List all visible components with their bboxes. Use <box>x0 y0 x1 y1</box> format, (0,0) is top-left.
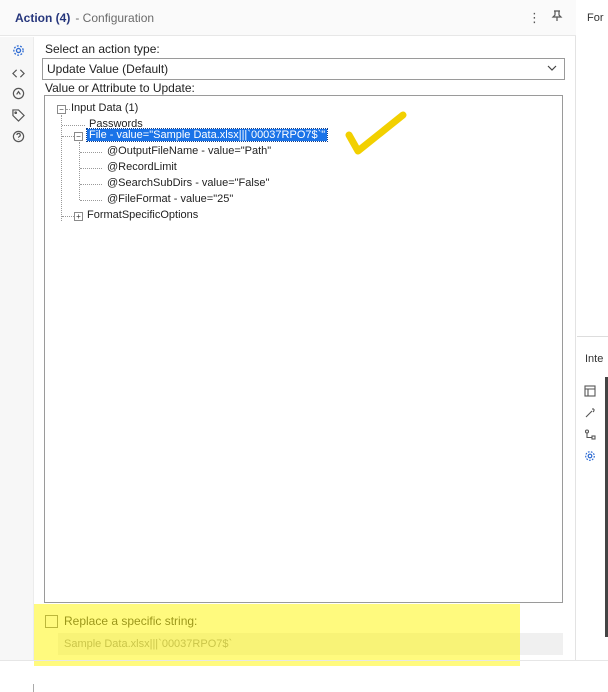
replace-string-checkbox[interactable] <box>45 615 58 628</box>
magic-wand-icon[interactable] <box>583 406 597 420</box>
collapse-input-data-toggle[interactable]: − <box>57 105 66 114</box>
chevron-down-icon <box>546 62 558 77</box>
footer-tick <box>33 684 34 692</box>
configuration-panel: Action (4) - Configuration ⋮ Select an a… <box>0 0 576 660</box>
right-side-panel: For Inte <box>577 0 608 660</box>
settings-gear-icon-secondary[interactable] <box>583 449 597 463</box>
collapse-file-toggle[interactable]: − <box>74 132 83 141</box>
panel-subtitle: - Configuration <box>75 10 155 25</box>
table-icon[interactable] <box>583 384 597 398</box>
settings-gear-icon[interactable] <box>10 42 26 58</box>
checkmark-annotation-icon <box>345 111 407 155</box>
replace-string-section: Replace a specific string: Sample Data.x… <box>40 607 570 663</box>
pin-icon[interactable] <box>551 10 563 25</box>
tree-node-file-selected[interactable]: File - value="Sample Data.xlsx|||`00037R… <box>85 128 329 142</box>
right-panel-lower-title: Inte <box>585 353 604 365</box>
help-icon[interactable] <box>10 128 26 144</box>
value-to-update-label: Value or Attribute to Update: <box>45 81 195 95</box>
action-type-label: Select an action type: <box>45 42 160 56</box>
expand-format-options-toggle[interactable]: + <box>74 212 83 221</box>
tree-node-format-specific-options[interactable]: FormatSpecificOptions <box>87 209 198 221</box>
tag-icon[interactable] <box>10 107 26 123</box>
side-rail <box>0 37 34 660</box>
more-options-icon[interactable]: ⋮ <box>528 10 541 26</box>
value-tree[interactable]: − Input Data (1) Passwords − File - valu… <box>44 95 563 603</box>
tree-node-file-format[interactable]: @FileFormat - value="25" <box>107 193 233 205</box>
replace-string-input[interactable]: Sample Data.xlsx|||`00037RPO7$` <box>58 633 563 655</box>
tree-node-input-data[interactable]: Input Data (1) <box>71 102 138 114</box>
connector-icon[interactable] <box>583 428 597 442</box>
footer-divider <box>0 660 608 661</box>
navigate-icon[interactable] <box>10 85 26 101</box>
action-type-value: Update Value (Default) <box>47 62 169 76</box>
tree-node-record-limit[interactable]: @RecordLimit <box>107 161 177 173</box>
action-type-dropdown[interactable]: Update Value (Default) <box>42 58 565 80</box>
panel-title: Action (4) <box>15 10 71 25</box>
panel-titlebar: Action (4) - Configuration ⋮ <box>0 0 576 36</box>
tree-node-search-sub-dirs[interactable]: @SearchSubDirs - value="False" <box>107 177 269 189</box>
replace-string-label: Replace a specific string: <box>64 614 198 628</box>
right-panel-title: For <box>587 12 604 24</box>
configuration-content: Select an action type: Update Value (Def… <box>40 37 570 660</box>
tree-node-output-file-name[interactable]: @OutputFileName - value="Path" <box>107 145 271 157</box>
code-icon[interactable] <box>10 65 26 81</box>
